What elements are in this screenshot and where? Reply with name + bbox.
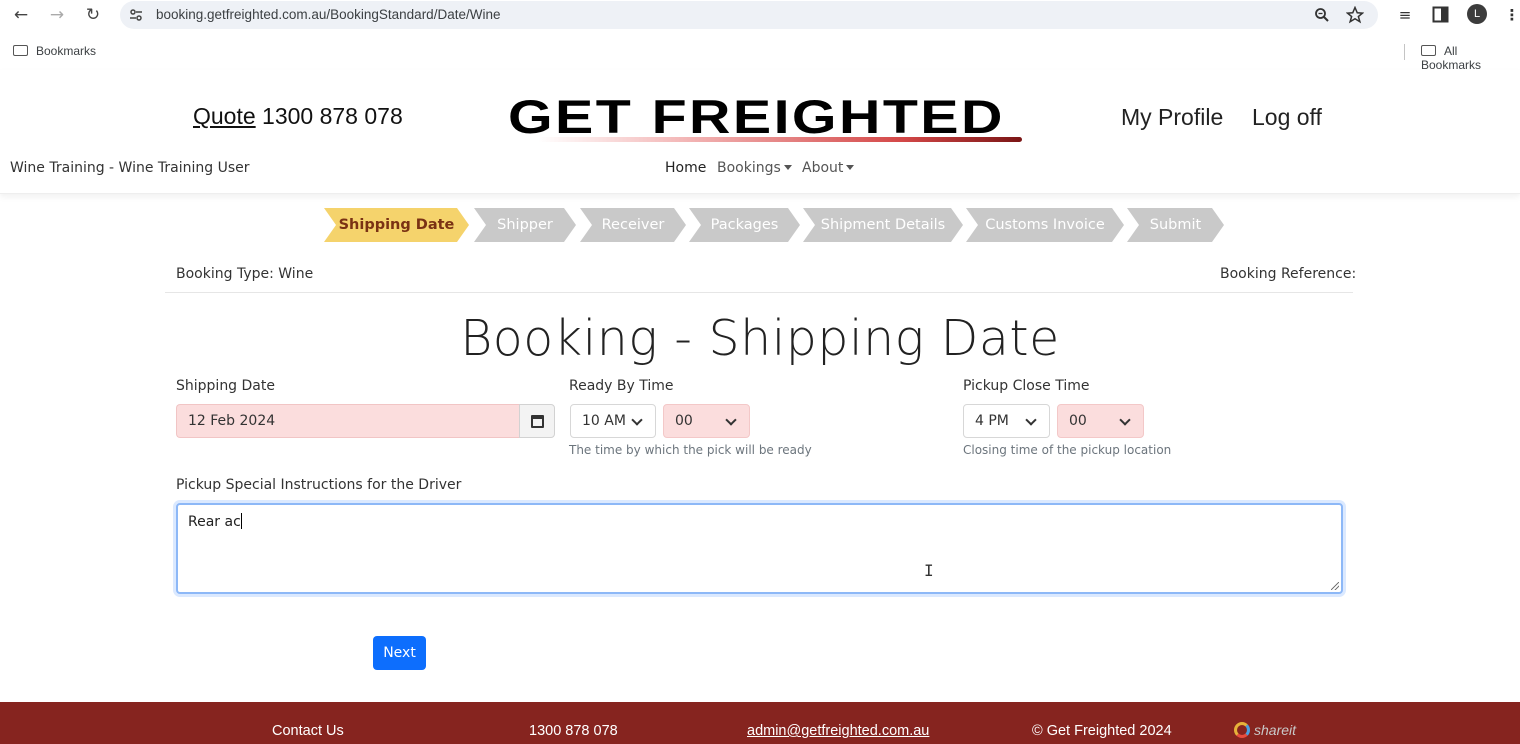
close-help-text: Closing time of the pickup location <box>963 443 1172 457</box>
step-packages[interactable]: Packages <box>689 208 800 242</box>
mouse-ibeam-cursor-icon: I <box>924 561 934 580</box>
step-customs-invoice[interactable]: Customs Invoice <box>966 208 1124 242</box>
booking-type: Booking Type: Wine <box>176 266 314 282</box>
chevron-down-icon <box>725 414 737 426</box>
nav-bookings[interactable]: Bookings <box>717 160 792 176</box>
reload-icon[interactable]: ↻ <box>82 4 104 26</box>
booking-steps: Shipping Date Shipper Receiver Packages … <box>0 208 1520 244</box>
my-profile-link[interactable]: My Profile <box>1121 104 1223 131</box>
side-panel-icon[interactable] <box>1432 6 1449 23</box>
next-button[interactable]: Next <box>373 636 426 670</box>
ready-hour-select[interactable]: 10 AM <box>570 404 656 438</box>
url-text: booking.getfreighted.com.au/BookingStand… <box>156 7 501 22</box>
nav-home[interactable]: Home <box>665 160 706 176</box>
shipping-date-label: Shipping Date <box>176 378 275 394</box>
address-bar[interactable]: booking.getfreighted.com.au/BookingStand… <box>120 1 1378 29</box>
text-cursor <box>240 513 242 529</box>
divider <box>165 292 1353 293</box>
footer-copyright: © Get Freighted 2024 <box>1032 723 1172 739</box>
bookmarks-bar: Bookmarks All Bookmarks <box>0 38 1520 72</box>
footer-phone: 1300 878 078 <box>529 723 618 739</box>
quote-contact: Quote 1300 878 078 <box>193 103 403 130</box>
nav-about[interactable]: About <box>802 160 855 176</box>
current-user: Wine Training - Wine Training User <box>10 160 250 176</box>
caret-down-icon <box>783 165 792 170</box>
menu-icon[interactable]: ⋮ <box>1501 4 1520 26</box>
chevron-down-icon <box>631 414 643 426</box>
logo-text: GET FREIGHTED <box>508 90 1005 143</box>
step-submit[interactable]: Submit <box>1127 208 1224 242</box>
step-shipper[interactable]: Shipper <box>474 208 576 242</box>
calendar-icon <box>531 415 544 428</box>
header-phone: 1300 878 078 <box>262 103 403 129</box>
site-footer: Contact Us 1300 878 078 admin@getfreight… <box>0 702 1520 744</box>
bookmark-star-icon[interactable] <box>1346 6 1364 24</box>
reading-list-icon[interactable]: ≡ <box>1394 4 1416 26</box>
footer-contact-link[interactable]: Contact Us <box>272 723 344 739</box>
resize-handle[interactable] <box>1331 582 1339 590</box>
get-freighted-logo[interactable]: GET FREIGHTED <box>508 90 1022 148</box>
step-shipping-date[interactable]: Shipping Date <box>324 208 469 242</box>
back-icon[interactable]: ← <box>10 4 32 26</box>
step-shipment-details[interactable]: Shipment Details <box>803 208 963 242</box>
caret-down-icon <box>846 165 855 170</box>
close-hour-select[interactable]: 4 PM <box>963 404 1050 438</box>
footer-email-link[interactable]: admin@getfreighted.com.au <box>747 723 929 739</box>
folder-icon <box>13 45 28 56</box>
shareit-logo: shareit <box>1234 722 1296 738</box>
shipping-date-input[interactable]: 12 Feb 2024 <box>176 404 520 438</box>
ready-by-label: Ready By Time <box>569 378 674 394</box>
folder-icon <box>1421 45 1436 56</box>
quote-link[interactable]: Quote <box>193 103 256 129</box>
zoom-icon[interactable] <box>1314 7 1330 23</box>
shareit-icon <box>1234 722 1250 738</box>
log-off-link[interactable]: Log off <box>1252 104 1322 131</box>
chevron-down-icon <box>1025 414 1037 426</box>
calendar-button[interactable] <box>519 404 555 438</box>
instructions-label: Pickup Special Instructions for the Driv… <box>176 477 462 493</box>
profile-avatar[interactable]: L <box>1467 4 1487 24</box>
pickup-close-label: Pickup Close Time <box>963 378 1090 394</box>
page-title: Booking - Shipping Date <box>460 310 1060 367</box>
bookmarks-folder[interactable]: Bookmarks <box>13 44 96 58</box>
bookmarks-divider <box>1404 44 1405 60</box>
browser-toolbar: ← → ↻ booking.getfreighted.com.au/Bookin… <box>0 0 1520 30</box>
forward-icon[interactable]: → <box>46 4 68 26</box>
logo-swoosh <box>538 137 1022 142</box>
close-minute-select[interactable]: 00 <box>1057 404 1144 438</box>
ready-minute-select[interactable]: 00 <box>663 404 750 438</box>
site-info-icon[interactable] <box>128 7 144 23</box>
booking-reference: Booking Reference: <box>1220 266 1357 282</box>
ready-help-text: The time by which the pick will be ready <box>569 443 812 457</box>
all-bookmarks-folder[interactable]: All Bookmarks <box>1421 44 1520 72</box>
instructions-textarea[interactable]: Rear ac <box>176 503 1343 594</box>
chevron-down-icon <box>1119 414 1131 426</box>
step-receiver[interactable]: Receiver <box>580 208 686 242</box>
